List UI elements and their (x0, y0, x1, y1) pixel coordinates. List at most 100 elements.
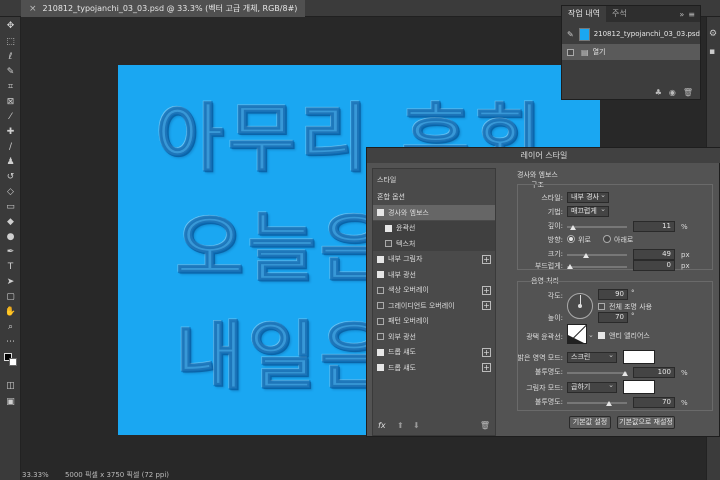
depth-slider[interactable] (567, 226, 627, 228)
marquee-tool-icon[interactable]: ⬚ (3, 35, 18, 48)
frame-tool-icon[interactable]: ⊠ (3, 95, 18, 108)
hand-tool-icon[interactable]: ✋ (3, 305, 18, 318)
close-tab-icon[interactable]: × (29, 4, 37, 14)
brush-tool-icon[interactable]: ∕ (3, 140, 18, 153)
history-step[interactable]: ▤ 열기 (562, 44, 700, 60)
move-down-icon[interactable]: ⬇ (413, 421, 420, 430)
screen-mode-icon[interactable]: ▣ (3, 395, 18, 408)
highlight-color-swatch[interactable] (623, 350, 655, 364)
soften-slider-knob[interactable] (567, 264, 573, 269)
trash-icon[interactable]: 🗑 (683, 88, 693, 97)
style-item[interactable]: 외부 광선 (373, 329, 495, 344)
dialog-title[interactable]: 레이어 스타일 (367, 148, 720, 163)
style-item-checkbox[interactable] (377, 333, 384, 340)
highlight-mode-select[interactable]: 스크린 (567, 351, 617, 363)
angle-dial[interactable] (567, 293, 593, 319)
style-item[interactable]: 패턴 오버레이 (373, 314, 495, 329)
style-item[interactable]: 내부 그림자 + (373, 252, 495, 267)
history-brush-source-icon[interactable]: ✎ (567, 30, 574, 39)
fx-menu-button[interactable]: fx (378, 421, 386, 430)
dodge-tool-icon[interactable]: ● (3, 230, 18, 243)
style-item-checkbox[interactable] (377, 255, 384, 263)
tab-notes[interactable]: 주석 (606, 6, 633, 22)
clone-stamp-tool-icon[interactable]: ♟ (3, 155, 18, 168)
add-effect-icon[interactable]: + (482, 254, 491, 264)
add-effect-icon[interactable]: + (482, 347, 491, 357)
global-light-checkbox[interactable] (598, 303, 605, 310)
reset-to-default-button[interactable]: 기본값으로 재설정 (617, 416, 675, 429)
eyedropper-tool-icon[interactable]: ⁄ (3, 110, 18, 123)
add-effect-icon[interactable]: + (482, 363, 491, 372)
gradient-tool-icon[interactable]: ▭ (3, 200, 18, 213)
add-effect-icon[interactable]: + (482, 285, 491, 295)
style-item-checkbox[interactable] (377, 348, 384, 356)
style-item[interactable]: 그레이디언트 오버레이 + (373, 298, 495, 313)
blur-tool-icon[interactable]: ◆ (3, 215, 18, 228)
anti-alias-checkbox[interactable] (598, 332, 605, 339)
direction-up-radio[interactable] (567, 235, 575, 243)
path-selection-tool-icon[interactable]: ➤ (3, 275, 18, 288)
new-document-from-state-icon[interactable]: ♣ (655, 88, 662, 97)
document-tab[interactable]: × 210812_typojanchi_03_03.psd @ 33.3% (벡터… (21, 0, 306, 17)
style-item-checkbox[interactable] (385, 240, 392, 247)
style-item-checkbox[interactable] (377, 209, 384, 216)
delete-effect-icon[interactable]: 🗑 (480, 421, 490, 430)
shadow-color-swatch[interactable] (623, 380, 655, 394)
soften-input[interactable]: 0 (633, 260, 675, 271)
direction-down-radio[interactable] (603, 235, 611, 243)
gloss-contour-picker[interactable] (567, 324, 587, 344)
style-item[interactable]: 드롭 섀도 + (373, 345, 495, 360)
history-snapshot[interactable]: ✎ 210812_typojanchi_03_03.psd (562, 26, 700, 42)
style-item[interactable]: 경사와 엠보스 (373, 205, 495, 220)
panel-expand-icon[interactable]: » (679, 10, 684, 19)
eraser-tool-icon[interactable]: ◇ (3, 185, 18, 198)
history-brush-tool-icon[interactable]: ↺ (3, 170, 18, 183)
size-slider[interactable] (567, 254, 627, 256)
history-step-source-checkbox[interactable] (567, 48, 574, 56)
lasso-tool-icon[interactable]: ℓ (3, 50, 18, 63)
zoom-tool-icon[interactable]: ⌕ (3, 320, 18, 333)
style-item-checkbox[interactable] (377, 302, 384, 309)
size-slider-knob[interactable] (583, 253, 589, 258)
altitude-input[interactable]: 70 (598, 312, 628, 323)
technique-select[interactable]: 매끄럽게 (567, 205, 609, 217)
type-tool-icon[interactable]: T (3, 260, 18, 273)
quick-select-tool-icon[interactable]: ✎ (3, 65, 18, 78)
comment-icon[interactable]: ▪ (709, 47, 715, 57)
depth-input[interactable]: 11 (633, 221, 675, 232)
style-item-checkbox[interactable] (377, 286, 384, 294)
shadow-opacity-knob[interactable] (606, 401, 612, 406)
styles-list-header[interactable]: 스타일 (373, 172, 495, 187)
healing-brush-tool-icon[interactable]: ✚ (3, 125, 18, 138)
style-item[interactable]: 내부 광선 (373, 267, 495, 282)
style-item-checkbox[interactable] (377, 271, 384, 278)
shadow-opacity-slider[interactable] (567, 402, 627, 404)
gloss-contour-dropdown-icon[interactable]: ⌄ (588, 331, 594, 339)
highlight-opacity-knob[interactable] (622, 371, 628, 376)
bevel-style-select[interactable]: 내부 경사 (567, 191, 609, 203)
camera-snapshot-icon[interactable]: ◉ (669, 88, 676, 97)
highlight-opacity-input[interactable]: 100 (633, 367, 675, 378)
style-item[interactable]: 텍스처 (373, 236, 495, 251)
style-item[interactable]: 윤곽선 (373, 220, 495, 236)
style-item-checkbox[interactable] (377, 364, 384, 371)
make-default-button[interactable]: 기본값 설정 (569, 416, 611, 429)
size-input[interactable]: 49 (633, 249, 675, 260)
style-item[interactable]: 색상 오버레이 + (373, 283, 495, 298)
move-up-icon[interactable]: ⬆ (397, 421, 404, 430)
shadow-mode-select[interactable]: 곱하기 (567, 381, 617, 393)
style-item-checkbox[interactable] (385, 224, 392, 232)
highlight-opacity-slider[interactable] (567, 372, 627, 374)
document-size[interactable]: 5000 픽셀 x 3750 픽셀 (72 ppi) (65, 471, 169, 479)
soften-slider[interactable] (567, 266, 627, 268)
move-tool-icon[interactable]: ✥ (3, 19, 18, 32)
properties-icon[interactable]: ⚙ (709, 29, 717, 39)
add-effect-icon[interactable]: + (482, 301, 491, 310)
panel-menu-icon[interactable]: ≡ (688, 10, 695, 19)
blending-options-item[interactable]: 혼합 옵션 (373, 189, 495, 204)
more-tools-icon[interactable]: ⋯ (3, 335, 18, 348)
foreground-background-color-icon[interactable] (3, 352, 18, 366)
depth-slider-knob[interactable] (570, 225, 576, 230)
pen-tool-icon[interactable]: ✒ (3, 245, 18, 258)
style-item[interactable]: 드롭 섀도 + (373, 360, 495, 375)
